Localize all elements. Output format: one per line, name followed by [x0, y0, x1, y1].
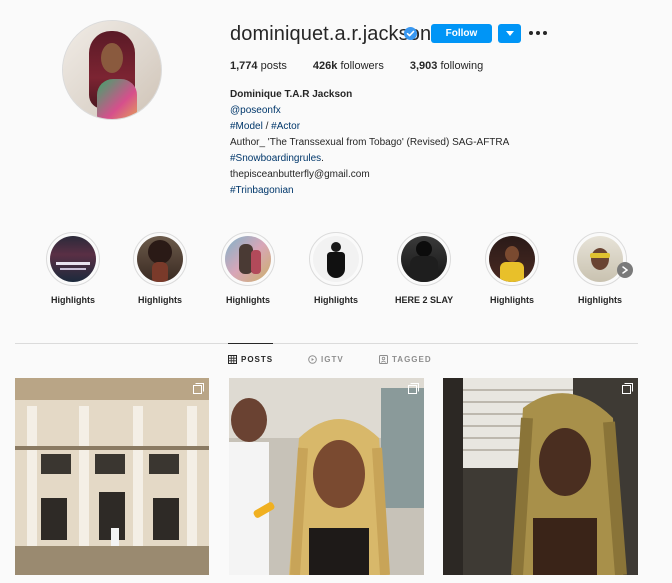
bio-hashtag-suffix: . [321, 153, 324, 164]
chevron-right-icon [622, 266, 628, 274]
multi-photo-icon [622, 383, 633, 394]
posts-count: 1,774 posts [230, 60, 287, 72]
verified-badge-icon [404, 27, 417, 40]
profile-avatar[interactable] [62, 20, 162, 120]
follow-button[interactable]: Follow [431, 24, 492, 43]
highlight-label: Highlights [138, 295, 182, 305]
post-thumbnail[interactable] [15, 378, 209, 575]
posts-count-label: posts [260, 60, 287, 72]
bio-hashtag-snowboarding[interactable]: #Snowboardingrules [230, 153, 321, 164]
story-highlight[interactable]: Highlights [483, 232, 541, 305]
tagged-icon [379, 354, 388, 364]
bio-hashtag-model[interactable]: #Model [230, 121, 263, 132]
followers-count-value: 426k [312, 60, 338, 72]
suggested-accounts-dropdown-button[interactable] [498, 24, 521, 43]
tab-posts-label: POSTS [241, 355, 274, 364]
bio-hashtag-actor[interactable]: #Actor [271, 121, 300, 132]
tab-igtv[interactable]: IGTV [308, 343, 344, 375]
tab-tagged[interactable]: TAGGED [379, 343, 432, 375]
bio-mention-link[interactable]: @poseonfx [230, 105, 281, 116]
chevron-down-icon [505, 31, 514, 36]
grid-icon [228, 355, 237, 364]
profile-bio: Dominique T.A.R Jackson @poseonfx #Model… [230, 87, 590, 199]
highlight-label: Highlights [51, 295, 95, 305]
bio-author-line: Author_ 'The Transsexual from Tobago' (R… [230, 137, 510, 148]
post-thumbnail[interactable] [443, 378, 638, 575]
more-options-icon[interactable] [529, 27, 547, 39]
profile-username: dominiquet.a.r.jackson [230, 23, 432, 45]
bio-email: thepisceanbutterfly@gmail.com [230, 169, 370, 180]
highlight-label: Highlights [490, 295, 534, 305]
post-image-plantation-house [15, 378, 209, 575]
following-count-label: following [440, 60, 484, 72]
following-count-value: 3,903 [409, 60, 438, 72]
tab-tagged-label: TAGGED [392, 354, 432, 364]
followers-count-label: followers [340, 60, 384, 72]
story-highlight[interactable]: Highlights [307, 232, 365, 305]
following-count[interactable]: 3,903 following [410, 60, 483, 72]
profile-stats: 1,774 posts 426k followers 3,903 followi… [230, 60, 509, 72]
highlights-next-button[interactable] [617, 262, 633, 278]
story-highlight[interactable]: Highlights [44, 232, 102, 305]
profile-full-name: Dominique T.A.R Jackson [230, 89, 353, 100]
story-highlight[interactable]: Highlights [219, 232, 277, 305]
multi-photo-icon [193, 383, 204, 394]
tab-posts[interactable]: POSTS [228, 343, 274, 375]
story-highlight[interactable]: HERE 2 SLAY [395, 232, 453, 305]
post-image-window-selfie [443, 378, 638, 575]
highlight-label: Highlights [226, 295, 270, 305]
tab-igtv-label: IGTV [321, 354, 344, 364]
multi-photo-icon [408, 383, 419, 394]
bio-hashtag-trinbagonian[interactable]: #Trinbagonian [230, 185, 294, 196]
post-thumbnail[interactable] [229, 378, 424, 575]
highlight-label: HERE 2 SLAY [395, 295, 454, 305]
post-image-braids-selfie [229, 378, 424, 575]
highlight-label: Highlights [314, 295, 358, 305]
posts-count-value: 1,774 [230, 60, 258, 72]
followers-count[interactable]: 426k followers [313, 60, 384, 72]
bio-tags-separator: / [262, 121, 272, 132]
highlight-label: Highlights [578, 295, 622, 305]
igtv-icon [308, 354, 317, 364]
story-highlight[interactable]: Highlights [131, 232, 189, 305]
